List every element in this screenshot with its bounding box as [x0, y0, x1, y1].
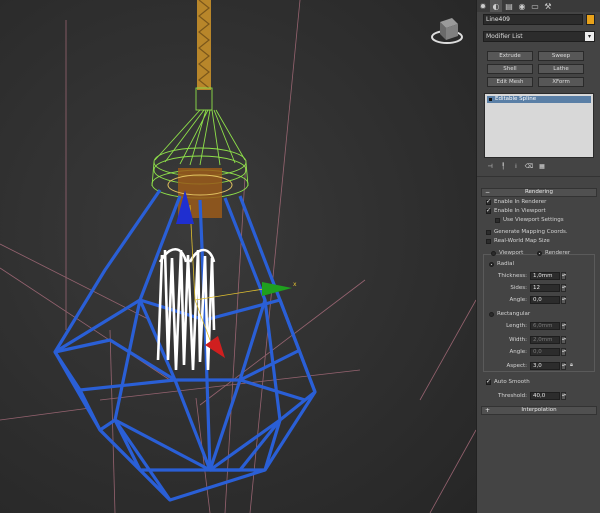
create-icon[interactable]: ✹	[477, 0, 489, 12]
hierarchy-icon[interactable]: ▤	[503, 0, 515, 12]
pin-stack-icon[interactable]: ⊣	[485, 162, 495, 172]
make-unique-icon[interactable]: ⁞	[511, 162, 521, 172]
thickness-label: Thickness:	[497, 273, 527, 279]
command-panel: ✹ ◐ ▤ ◉ ▭ ⚒ Line409 Modifier List ▾ Extr…	[476, 0, 600, 513]
threshold-spinner[interactable]: ▴▾	[561, 392, 566, 400]
threshold-label: Threshold:	[498, 393, 527, 399]
angle-spinner[interactable]: ▴▾	[561, 296, 566, 304]
lock-aspect-icon[interactable]: 🔒︎	[570, 362, 573, 369]
rendering-rollout-title: Rendering	[524, 189, 554, 195]
enable-in-viewport-checkbox[interactable]	[486, 207, 491, 214]
auto-smooth-label: Auto Smooth	[494, 379, 530, 385]
width-label: Width:	[509, 337, 527, 343]
collapse-icon: −	[485, 189, 491, 196]
angle-label: Angle:	[509, 297, 527, 303]
xform-button[interactable]: XForm	[538, 77, 584, 87]
rectangular-radio[interactable]	[489, 312, 494, 317]
stack-toolbar: ⊣ ╿ ⁞ ⌫ ▦	[485, 162, 585, 172]
sides-input[interactable]: 12	[530, 284, 560, 292]
enable-in-renderer-label: Enable In Renderer	[494, 199, 547, 205]
viewport-radio-label: Viewport	[499, 250, 524, 256]
renderer-radio-label: Renderer	[545, 250, 571, 256]
angle2-label: Angle:	[509, 349, 527, 355]
lamp-cord	[197, 0, 211, 90]
angle-input[interactable]: 0,0	[530, 296, 560, 304]
thickness-input[interactable]: 1,0mm	[530, 272, 560, 280]
sweep-button[interactable]: Sweep	[538, 51, 584, 61]
thickness-spinner[interactable]: ▴▾	[561, 272, 566, 280]
svg-text:x: x	[293, 281, 297, 288]
threshold-input[interactable]: 40,0	[530, 392, 560, 400]
rendering-rollout-header[interactable]: − Rendering	[481, 188, 597, 197]
length-label: Length:	[506, 323, 527, 329]
perspective-viewport[interactable]: x	[0, 0, 476, 513]
real-world-map-label: Real-World Map Size	[494, 238, 550, 244]
width-spinner[interactable]: ▴▾	[561, 336, 566, 344]
modifier-list-label: Modifier List	[486, 33, 523, 40]
angle2-input[interactable]: 0,0	[530, 348, 560, 356]
interpolation-rollout-header[interactable]: + Interpolation	[481, 406, 597, 415]
remove-modifier-icon[interactable]: ⌫	[524, 162, 534, 172]
radial-radio-label: Radial	[497, 261, 514, 267]
modifier-list-dropdown[interactable]: Modifier List ▾	[483, 31, 595, 42]
modify-icon[interactable]: ◐	[490, 0, 502, 12]
rectangular-radio-label: Rectangular	[497, 311, 531, 317]
sides-label: Sides:	[510, 285, 527, 291]
length-spinner[interactable]: ▴▾	[561, 322, 566, 330]
expand-icon: +	[485, 407, 491, 414]
generate-mapping-label: Generate Mapping Coords.	[494, 229, 568, 235]
aspect-spinner[interactable]: ▴▾	[561, 362, 566, 370]
viewcube-icon[interactable]	[431, 18, 463, 44]
renderer-radio[interactable]	[537, 251, 542, 256]
shell-button[interactable]: Shell	[487, 64, 533, 74]
configure-sets-icon[interactable]: ▦	[537, 162, 547, 172]
object-name-field[interactable]: Line409	[483, 14, 583, 25]
enable-in-viewport-label: Enable In Viewport	[494, 208, 546, 214]
sides-spinner[interactable]: ▴▾	[561, 284, 566, 292]
divider	[477, 176, 600, 177]
modifier-stack: Editable Spline	[484, 93, 594, 158]
display-icon[interactable]: ▭	[529, 0, 541, 12]
radial-radio[interactable]	[489, 262, 494, 267]
use-viewport-settings-label: Use Viewport Settings	[503, 217, 564, 223]
show-end-result-icon[interactable]: ╿	[498, 162, 508, 172]
utilities-icon[interactable]: ⚒	[542, 0, 554, 12]
length-input[interactable]: 6,0mm	[530, 322, 560, 330]
grid-lines	[0, 0, 476, 513]
aspect-input[interactable]: 3,0	[530, 362, 560, 370]
extrude-button[interactable]: Extrude	[487, 51, 533, 61]
enable-in-renderer-checkbox[interactable]	[486, 198, 491, 205]
interpolation-rollout-title: Interpolation	[521, 407, 557, 413]
real-world-map-checkbox[interactable]	[486, 239, 491, 244]
aspect-label: Aspect:	[506, 363, 527, 369]
scene-graphics: x	[0, 0, 476, 513]
use-viewport-settings-checkbox[interactable]	[495, 218, 500, 223]
width-input[interactable]: 2,0mm	[530, 336, 560, 344]
motion-icon[interactable]: ◉	[516, 0, 528, 12]
chevron-down-icon[interactable]: ▾	[585, 32, 594, 41]
lathe-button[interactable]: Lathe	[538, 64, 584, 74]
auto-smooth-checkbox[interactable]	[486, 378, 491, 385]
angle2-spinner[interactable]: ▴▾	[561, 348, 566, 356]
generate-mapping-checkbox[interactable]	[486, 230, 491, 235]
viewport-radio[interactable]	[491, 251, 496, 256]
stack-item-editable-spline[interactable]: Editable Spline	[487, 96, 591, 103]
edit-mesh-button[interactable]: Edit Mesh	[487, 77, 533, 87]
command-panel-tabs: ✹ ◐ ▤ ◉ ▭ ⚒	[477, 0, 600, 12]
object-color-swatch[interactable]	[586, 14, 595, 25]
